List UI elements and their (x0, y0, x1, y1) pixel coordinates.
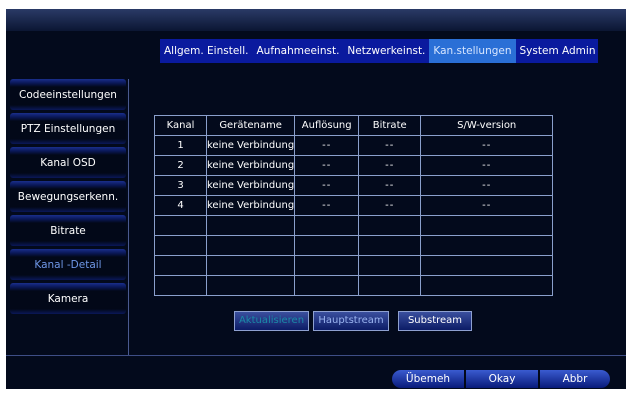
mainstream-button[interactable]: Hauptstream (313, 311, 389, 331)
bitrate-value: -- (358, 195, 422, 216)
table-row-empty (154, 275, 554, 296)
column-header: Kanal (154, 115, 207, 136)
tab-recording[interactable]: Aufnahmeeinst. (252, 39, 343, 63)
substream-button[interactable]: Substream (398, 311, 472, 331)
sidebar-item-bitrate[interactable]: Bitrate (10, 215, 126, 246)
ok-button[interactable]: Okay (464, 370, 538, 388)
footer-divider (6, 355, 626, 356)
firmware-version-value: -- (420, 135, 554, 156)
resolution-value: -- (294, 155, 360, 176)
footer-button-group: Übemeh Okay Abbr (392, 370, 610, 388)
channel-number: 1 (154, 135, 207, 156)
table-row-empty (154, 215, 554, 236)
table-row[interactable]: 4 keine Verbindung -- -- -- (154, 195, 554, 216)
cancel-button[interactable]: Abbr (538, 370, 610, 388)
device-name: keine Verbindung (205, 195, 296, 216)
refresh-button[interactable]: Aktualisieren (234, 311, 309, 331)
sidebar-divider (128, 79, 129, 355)
bitrate-value: -- (358, 155, 422, 176)
dvr-settings-window: Allgem. Einstell. Aufnahmeeinst. Netzwer… (6, 9, 626, 389)
tab-general[interactable]: Allgem. Einstell. (160, 39, 252, 63)
channel-number: 2 (154, 155, 207, 176)
sidebar-item-ptz-settings[interactable]: PTZ Einstellungen (10, 113, 126, 144)
tab-bar: Allgem. Einstell. Aufnahmeeinst. Netzwer… (160, 39, 598, 63)
channel-number: 4 (154, 195, 207, 216)
table-row-empty (154, 235, 554, 256)
device-name: keine Verbindung (205, 155, 296, 176)
table-row-empty (154, 255, 554, 276)
firmware-version-value: -- (420, 195, 554, 216)
apply-button[interactable]: Übemeh (392, 370, 464, 388)
bitrate-value: -- (358, 135, 422, 156)
column-header: S/W-version (420, 115, 554, 136)
sidebar-item-code-settings[interactable]: Codeeinstellungen (10, 79, 126, 110)
tab-system-admin[interactable]: System Admin (516, 39, 600, 63)
column-header: Gerätename (205, 115, 296, 136)
table-row[interactable]: 1 keine Verbindung -- -- -- (154, 135, 554, 156)
sidebar-item-camera[interactable]: Kamera (10, 283, 126, 314)
table-header-row: Kanal Gerätename Auflösung Bitrate S/W-v… (154, 115, 554, 136)
tab-network[interactable]: Netzwerkeinst. (343, 39, 429, 63)
device-name: keine Verbindung (205, 135, 296, 156)
resolution-value: -- (294, 195, 360, 216)
bitrate-value: -- (358, 175, 422, 196)
channel-number: 3 (154, 175, 207, 196)
sidebar-item-channel-detail[interactable]: Kanal -Detail (10, 249, 126, 280)
column-header: Bitrate (358, 115, 422, 136)
resolution-value: -- (294, 175, 360, 196)
tab-channel-settings[interactable]: Kan.stellungen (429, 39, 516, 63)
sidebar-item-motion-detection[interactable]: Bewegungserkenn. (10, 181, 126, 212)
sidebar-item-channel-osd[interactable]: Kanal OSD (10, 147, 126, 178)
table-row[interactable]: 2 keine Verbindung -- -- -- (154, 155, 554, 176)
table-row[interactable]: 3 keine Verbindung -- -- -- (154, 175, 554, 196)
column-header: Auflösung (294, 115, 360, 136)
resolution-value: -- (294, 135, 360, 156)
device-name: keine Verbindung (205, 175, 296, 196)
firmware-version-value: -- (420, 155, 554, 176)
channel-table: Kanal Gerätename Auflösung Bitrate S/W-v… (154, 115, 554, 296)
firmware-version-value: -- (420, 175, 554, 196)
title-band (6, 9, 626, 31)
sidebar: Codeeinstellungen PTZ Einstellungen Kana… (10, 79, 126, 317)
